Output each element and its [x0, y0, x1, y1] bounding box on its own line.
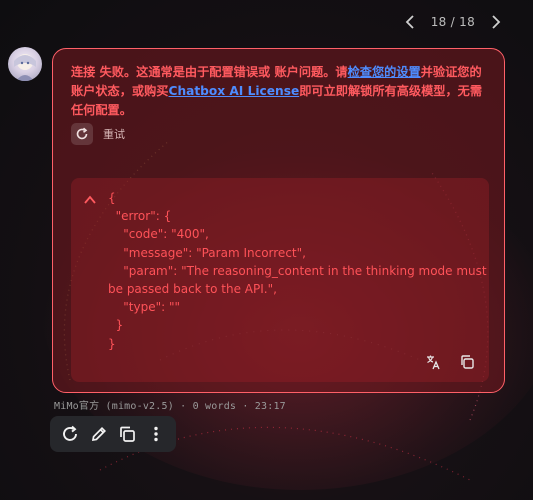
retry-label: 重试: [103, 128, 125, 141]
chevron-right-icon[interactable]: [485, 12, 505, 32]
refresh-icon[interactable]: [59, 423, 81, 445]
chevron-up-icon[interactable]: [83, 192, 97, 206]
error-message-bubble: 连接 失败。这通常是由于配置错误或 账户问题。请检查您的设置并验证您的 账户状态…: [52, 48, 505, 393]
pagination: 18 / 18: [401, 12, 505, 32]
error-message: 连接 失败。这通常是由于配置错误或 账户问题。请检查您的设置并验证您的 账户状态…: [71, 65, 483, 117]
avatar[interactable]: [8, 47, 42, 81]
code-content: { "error": { "code": "400", "message": "…: [108, 191, 487, 351]
retry-row: 重试: [71, 123, 125, 145]
retry-button[interactable]: [71, 123, 93, 145]
refresh-icon: [76, 127, 88, 140]
license-link[interactable]: Chatbox AI License: [169, 84, 300, 98]
settings-link[interactable]: 检查您的设置: [348, 65, 421, 79]
chevron-left-icon[interactable]: [401, 12, 421, 32]
code-tools: [425, 354, 475, 370]
copy-icon[interactable]: [459, 354, 475, 370]
translate-icon[interactable]: [425, 354, 441, 370]
error-code-block: { "error": { "code": "400", "message": "…: [71, 178, 489, 382]
message-action-toolbar: [50, 416, 176, 452]
edit-icon[interactable]: [88, 423, 110, 445]
message-meta: MiMo官方 (mimo-v2.5) · 0 words · 23:17: [54, 401, 286, 412]
page-indicator: 18 / 18: [430, 15, 475, 29]
more-vertical-icon[interactable]: [145, 423, 167, 445]
copy-icon[interactable]: [116, 423, 138, 445]
